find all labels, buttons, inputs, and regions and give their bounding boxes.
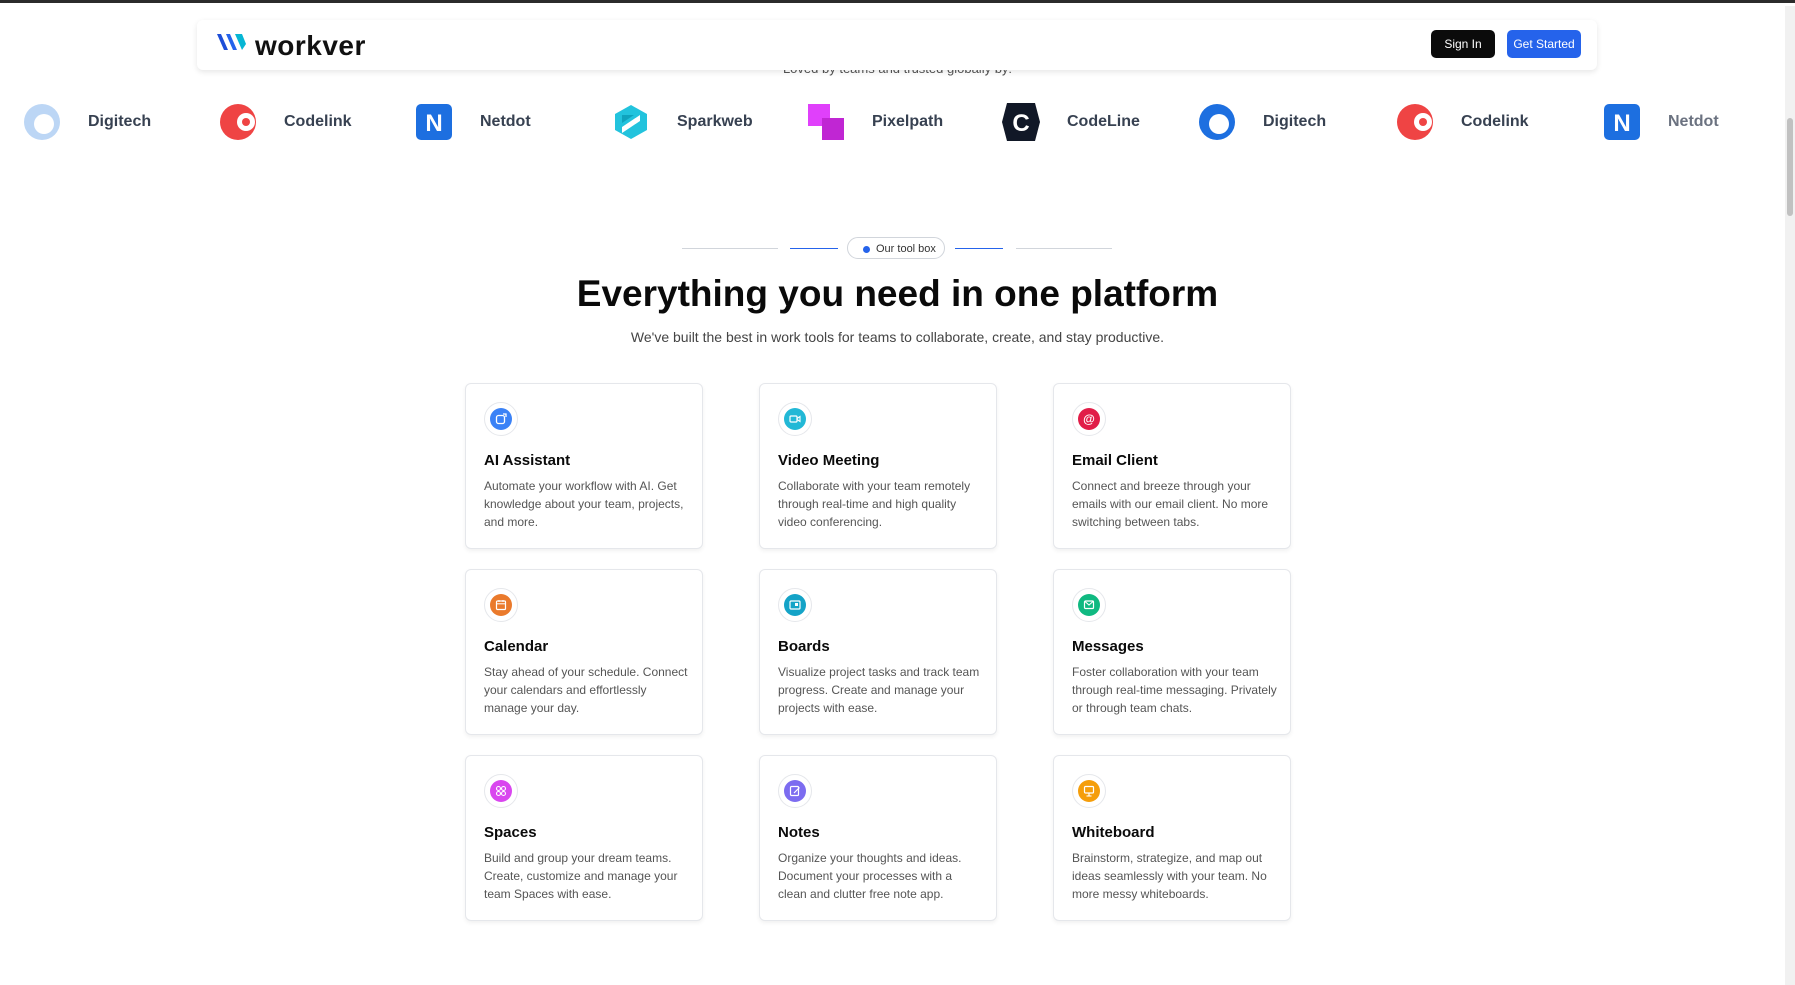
brand-item-sparkweb: Sparkweb [611, 99, 753, 145]
brand-name: Codelink [284, 113, 352, 130]
feature-description: Automate your workflow with AI. Get know… [484, 479, 684, 529]
feature-description: Build and group your dream teams. Create… [484, 851, 678, 901]
logo-wordmark: workver [255, 30, 366, 61]
feature-title: Spaces [484, 824, 537, 841]
message-icon [1078, 594, 1100, 616]
feature-card-ai-assistant[interactable]: AI Assistant Automate your workflow with… [465, 383, 703, 549]
svg-text:N: N [425, 110, 442, 137]
feature-description: Foster collaboration with your team thro… [1072, 665, 1277, 715]
brand-item-codelink: Codelink [218, 99, 352, 145]
brand-name: Digitech [1263, 113, 1327, 130]
digitech-logo-icon [22, 102, 62, 142]
feature-card-calendar[interactable]: Calendar Stay ahead of your schedule. Co… [465, 569, 703, 735]
get-started-button[interactable]: Get Started [1507, 30, 1581, 58]
feature-card-whiteboard[interactable]: Whiteboard Brainstorm, strategize, and m… [1053, 755, 1291, 921]
section-title: Everything you need in one platform [576, 273, 1219, 314]
feature-description: Stay ahead of your schedule. Connect you… [484, 665, 688, 715]
pill-dot-icon [863, 246, 870, 253]
feature-card-notes[interactable]: Notes Organize your thoughts and ideas. … [759, 755, 997, 921]
brand-item-netdot-2: N Netdot [1602, 99, 1719, 145]
brand-name: Codelink [1461, 113, 1529, 130]
feature-icon-ring [1072, 588, 1106, 622]
brand-name: Pixelpath [872, 113, 944, 130]
brand-item-netdot: N Netdot [414, 99, 531, 145]
toolbox-pill: Our tool box [847, 237, 945, 259]
sparkweb-logo-icon [611, 102, 651, 142]
brand-logo[interactable]: workver [215, 30, 366, 64]
feature-title: Video Meeting [778, 452, 880, 469]
feature-card-email-client[interactable]: @ Email Client Connect and breeze throug… [1053, 383, 1291, 549]
feature-title: Notes [778, 824, 820, 841]
at-sign-icon: @ [1078, 408, 1100, 430]
brand-item-digitech: Digitech [22, 99, 151, 145]
feature-icon-ring [778, 588, 812, 622]
brand-name: Digitech [88, 113, 152, 130]
feature-title: Email Client [1072, 452, 1158, 469]
brand-logo-marquee: Digitech Codelink N Netdot Sparkweb Pixe… [0, 99, 1795, 149]
brand-name: Netdot [1668, 113, 1719, 130]
workver-logo-icon [217, 34, 246, 50]
feature-description: Connect and breeze through your emails w… [1072, 479, 1269, 529]
toolbox-pill-label: Our tool box [876, 243, 936, 255]
feature-description: Collaborate with your team remotely thro… [778, 479, 971, 529]
video-camera-icon [784, 408, 806, 430]
feature-card-messages[interactable]: Messages Foster collaboration with your … [1053, 569, 1291, 735]
calendar-icon [490, 594, 512, 616]
feature-icon-ring [1072, 774, 1106, 808]
section-divider: Our tool box [0, 237, 1795, 261]
feature-title: Calendar [484, 638, 549, 655]
brand-name: Sparkweb [677, 113, 753, 130]
top-navbar: workver Sign In Get Started [197, 20, 1597, 70]
feature-card-boards[interactable]: Boards Visualize project tasks and track… [759, 569, 997, 735]
spaces-icon [490, 780, 512, 802]
pixelpath-logo-icon [806, 102, 846, 142]
feature-icon-ring [484, 402, 518, 436]
codelink-logo-icon [218, 102, 258, 142]
feature-title: Messages [1072, 638, 1144, 655]
feature-description: Brainstorm, strategize, and map out idea… [1072, 851, 1267, 901]
netdot-logo-icon: N [414, 102, 454, 142]
sign-in-button[interactable]: Sign In [1431, 30, 1495, 58]
brand-item-pixelpath: Pixelpath [806, 99, 943, 145]
feature-title: Boards [778, 638, 830, 655]
codelink-logo-icon [1395, 102, 1435, 142]
brand-item-codeline: C CodeLine [1001, 99, 1140, 145]
divider-line [1016, 248, 1112, 249]
feature-icon-ring [778, 402, 812, 436]
divider-line [682, 248, 778, 249]
feature-icon-ring [778, 774, 812, 808]
brand-item-codelink-2: Codelink [1395, 99, 1529, 145]
feature-card-video-meeting[interactable]: Video Meeting Collaborate with your team… [759, 383, 997, 549]
board-icon [784, 594, 806, 616]
ai-assistant-icon [490, 408, 512, 430]
divider-line-accent [790, 248, 838, 249]
brand-name: Netdot [480, 113, 531, 130]
brand-item-digitech-2: Digitech [1197, 99, 1326, 145]
feature-icon-ring [484, 774, 518, 808]
page-scrollbar[interactable] [1785, 6, 1795, 985]
feature-title: AI Assistant [484, 452, 571, 469]
svg-text:N: N [1613, 110, 1630, 137]
note-icon [784, 780, 806, 802]
feature-card-spaces[interactable]: Spaces Build and group your dream teams.… [465, 755, 703, 921]
feature-description: Visualize project tasks and track team p… [778, 665, 980, 715]
codeline-logo-icon: C [1001, 102, 1041, 142]
digitech-logo-icon [1197, 102, 1237, 142]
feature-icon-ring [484, 588, 518, 622]
feature-title: Whiteboard [1072, 824, 1155, 841]
feature-description: Organize your thoughts and ideas. Docume… [778, 851, 962, 901]
netdot-logo-icon: N [1602, 102, 1642, 142]
svg-text:C: C [1012, 110, 1029, 137]
brand-name: CodeLine [1067, 113, 1140, 130]
whiteboard-icon [1078, 780, 1100, 802]
divider-line-accent [955, 248, 1003, 249]
section-subtitle: We've built the best in work tools for t… [630, 329, 1165, 345]
feature-icon-ring: @ [1072, 402, 1106, 436]
